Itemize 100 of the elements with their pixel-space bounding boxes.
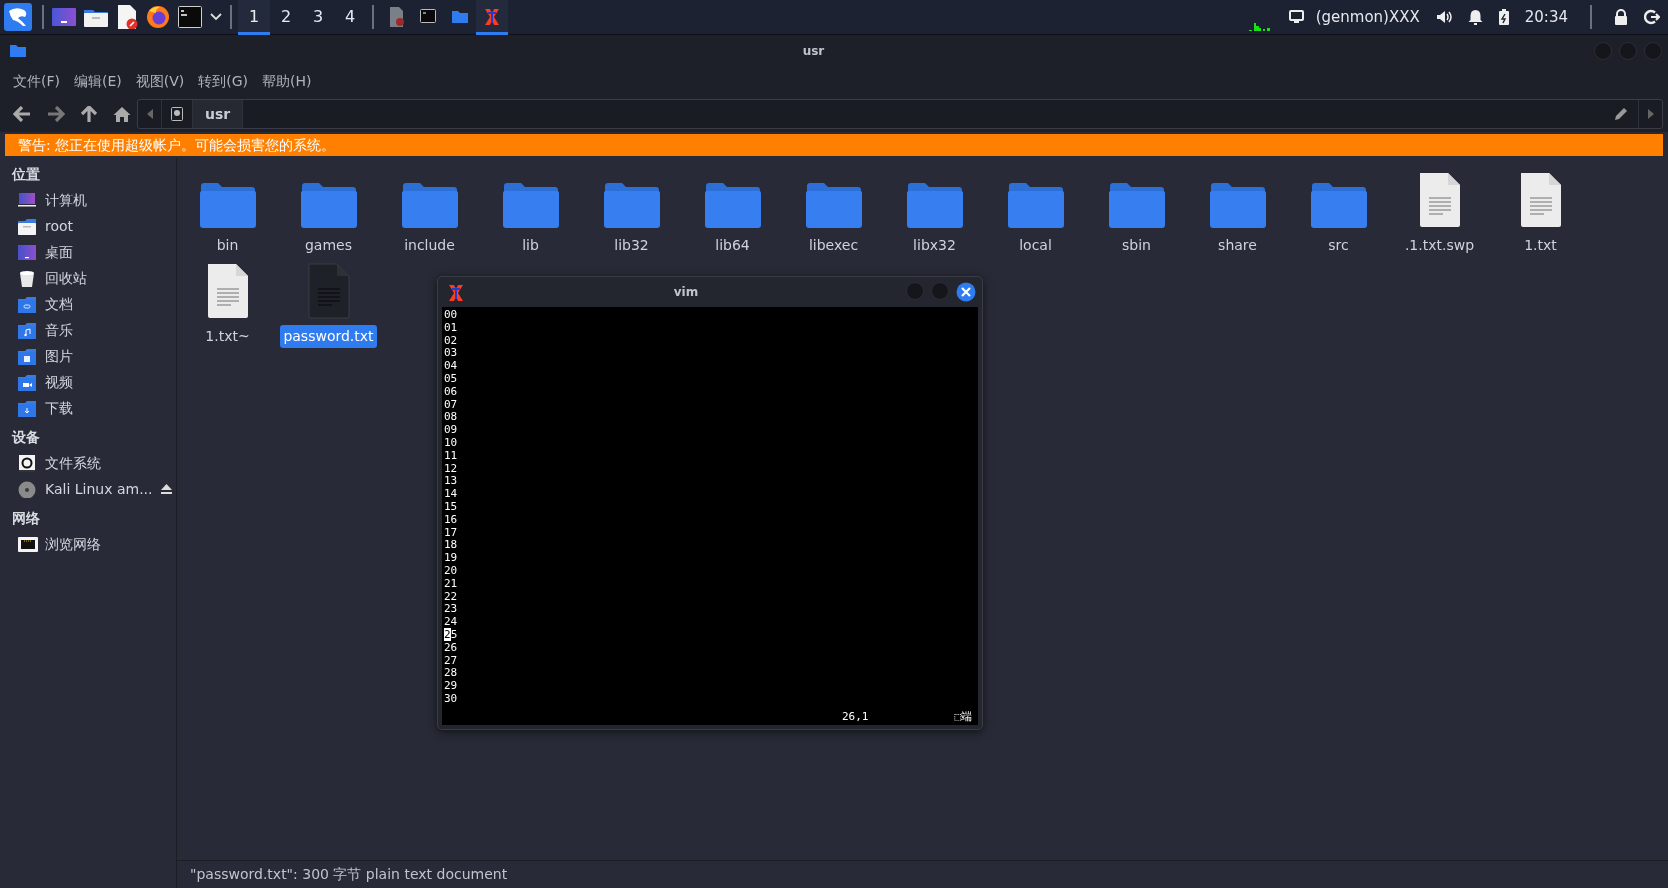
sidebar-item[interactable]: 视频 bbox=[0, 369, 176, 395]
folder-icon[interactable] bbox=[299, 180, 358, 228]
sidebar-item[interactable]: 图片 bbox=[0, 343, 176, 369]
folder-icon[interactable] bbox=[1309, 180, 1368, 228]
file-name[interactable]: lib32 bbox=[611, 234, 652, 257]
file-manager-icon[interactable] bbox=[84, 7, 108, 27]
workspace-button[interactable]: 1 bbox=[238, 0, 270, 35]
text-line: 03 bbox=[444, 347, 458, 361]
file-name[interactable]: libexec bbox=[805, 234, 862, 257]
scroll-left-icon[interactable] bbox=[146, 109, 153, 119]
file-icon[interactable] bbox=[1518, 172, 1563, 228]
sidebar-item[interactable]: 回收站 bbox=[0, 265, 176, 291]
path-segment[interactable]: usr bbox=[193, 100, 244, 128]
text-line: 05 bbox=[444, 373, 458, 386]
file-name[interactable]: lib64 bbox=[712, 234, 753, 257]
file-name[interactable]: share bbox=[1215, 234, 1260, 257]
terminal-icon[interactable] bbox=[178, 6, 202, 28]
file-name[interactable]: 1.txt~ bbox=[202, 325, 253, 348]
desktop-icon[interactable] bbox=[52, 7, 76, 27]
cursor-position: 26,1 bbox=[842, 710, 869, 723]
logout-icon[interactable] bbox=[1644, 9, 1660, 25]
up-icon[interactable] bbox=[81, 106, 97, 122]
workspace-button[interactable]: 2 bbox=[270, 0, 302, 35]
sidebar-item[interactable]: 下载 bbox=[0, 395, 176, 421]
text-editor-icon bbox=[388, 7, 404, 27]
text-line: 08 bbox=[444, 411, 458, 425]
folder-icon[interactable] bbox=[198, 180, 257, 228]
text-line: 09 bbox=[444, 424, 458, 437]
browser-icon[interactable] bbox=[146, 5, 170, 29]
folder-icon[interactable] bbox=[703, 180, 762, 228]
forward-icon[interactable] bbox=[47, 106, 65, 122]
close-icon[interactable] bbox=[956, 282, 976, 302]
battery-icon[interactable] bbox=[1498, 9, 1509, 25]
file-name[interactable]: include bbox=[401, 234, 458, 257]
file-icon[interactable] bbox=[1417, 172, 1462, 228]
dragon-logo-icon[interactable] bbox=[4, 3, 32, 31]
text-line: 11 bbox=[444, 449, 458, 463]
caret-icon[interactable] bbox=[210, 13, 222, 21]
text-line: 26 bbox=[444, 641, 458, 655]
file-name[interactable]: .1.txt.swp bbox=[1401, 234, 1478, 257]
file-name[interactable]: games bbox=[302, 234, 355, 257]
window-title: usr bbox=[801, 42, 826, 60]
folder-icon[interactable] bbox=[400, 180, 459, 228]
menu-item[interactable]: 文件(F) bbox=[6, 70, 67, 92]
file-name[interactable]: 1.txt bbox=[1521, 234, 1560, 257]
folder-icon[interactable] bbox=[1006, 180, 1065, 228]
workspace-button[interactable]: 4 bbox=[334, 0, 366, 35]
sidebar-item[interactable]: 桌面 bbox=[0, 239, 176, 265]
sidebar-item[interactable]: root bbox=[0, 213, 176, 239]
network-graph-drawing bbox=[1248, 20, 1273, 32]
text-line: 00 bbox=[444, 309, 458, 322]
folder-icon[interactable] bbox=[1107, 180, 1166, 228]
text-editor-icon[interactable] bbox=[116, 5, 138, 29]
status-bar: "password.txt": 300 字节 plain text document bbox=[177, 860, 1668, 888]
sidebar-item[interactable]: 浏览网络 bbox=[0, 531, 176, 557]
folder-icon[interactable] bbox=[602, 180, 661, 228]
eject-icon[interactable] bbox=[161, 484, 172, 494]
text-line: 06 bbox=[444, 385, 458, 399]
text-line: 25 bbox=[444, 628, 458, 642]
laptop-icon bbox=[18, 191, 38, 209]
file-name[interactable]: local bbox=[1016, 234, 1055, 257]
sidebar-item[interactable]: Kali Linux am... bbox=[0, 476, 176, 502]
sidebar-item[interactable]: 计算机 bbox=[0, 187, 176, 213]
workspace-button[interactable]: 3 bbox=[302, 0, 334, 35]
folder-icon[interactable] bbox=[804, 180, 863, 228]
file-name[interactable]: password.txt bbox=[280, 325, 377, 348]
menu-item[interactable]: 视图(V) bbox=[128, 70, 192, 92]
menu-item[interactable]: 帮助(H) bbox=[255, 70, 319, 92]
file-name[interactable]: bin bbox=[213, 234, 242, 257]
file-name[interactable]: libx32 bbox=[910, 234, 959, 257]
file-name[interactable]: sbin bbox=[1119, 234, 1154, 257]
sidebar-item[interactable]: 文档 bbox=[0, 291, 176, 317]
file-name[interactable]: src bbox=[1325, 234, 1352, 257]
sidebar-item[interactable]: 音乐 bbox=[0, 317, 176, 343]
menu-item[interactable]: 转到(G) bbox=[191, 70, 256, 92]
sidebar-item[interactable]: 文件系统 bbox=[0, 450, 176, 476]
folder-icon[interactable] bbox=[1208, 180, 1267, 228]
text-line: 18 bbox=[444, 539, 458, 553]
volume-icon[interactable] bbox=[1435, 10, 1452, 24]
network-icon bbox=[18, 535, 38, 553]
genmon-text: (genmon)XXX bbox=[1315, 6, 1420, 28]
drive-icon[interactable] bbox=[171, 107, 183, 121]
file-icon[interactable] bbox=[205, 263, 250, 319]
downloads-folder-icon bbox=[18, 399, 38, 417]
menu-item[interactable]: 编辑(E) bbox=[67, 70, 129, 92]
folder-icon bbox=[10, 44, 26, 57]
home-icon[interactable] bbox=[113, 106, 131, 122]
drive-icon bbox=[18, 454, 38, 472]
folder-icon[interactable] bbox=[905, 180, 964, 228]
file-name[interactable]: lib bbox=[519, 234, 542, 257]
music-folder-icon bbox=[18, 321, 38, 339]
back-icon[interactable] bbox=[13, 106, 31, 122]
display-icon[interactable] bbox=[1288, 10, 1304, 24]
scroll-right-icon[interactable] bbox=[1647, 109, 1654, 119]
folder-icon[interactable] bbox=[501, 180, 560, 228]
lock-icon[interactable] bbox=[1614, 9, 1628, 25]
warning-bar: 警告: 您正在使用超级帐户。可能会损害您的系统。 bbox=[5, 134, 1663, 156]
text-line: 04 bbox=[444, 360, 458, 373]
bell-icon[interactable] bbox=[1467, 9, 1483, 25]
pencil-icon[interactable] bbox=[1614, 107, 1628, 121]
